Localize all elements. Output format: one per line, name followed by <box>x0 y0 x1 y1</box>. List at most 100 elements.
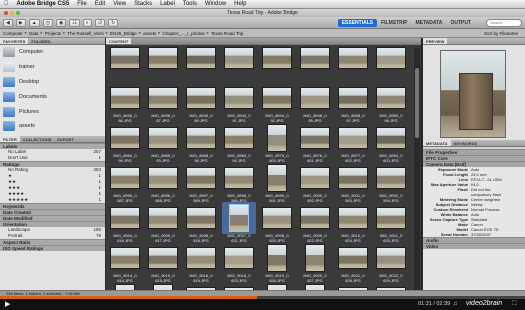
thumbnail-cell[interactable]: IMG_8960_0 99.JPG <box>108 122 142 162</box>
thumbnail-image[interactable] <box>110 127 140 149</box>
thumbnail-cell[interactable]: IMG_8935_0 86.JPG <box>108 82 142 122</box>
thumbnail-cell[interactable]: IMG_9016_0 619.JPG <box>184 242 218 282</box>
thumbnail-cell[interactable]: IMG_9018_0 623.JPG <box>222 242 256 282</box>
search-input[interactable]: Search <box>486 18 522 27</box>
thumbnail-cell[interactable]: IMG_8959_0 98.JPG <box>374 82 408 122</box>
menu-window[interactable]: Window <box>205 1 226 7</box>
close-icon[interactable] <box>4 11 8 15</box>
open-in-camera-raw-icon[interactable]: ◐ <box>82 18 92 27</box>
refine-icon[interactable]: ☷ <box>69 18 80 27</box>
thumbnail-cell[interactable]: IMG_9021_0 628.JPG <box>336 242 370 282</box>
thumbnail-image[interactable] <box>338 207 368 229</box>
menu-file[interactable]: File <box>77 1 87 7</box>
thumbnail-image[interactable] <box>186 167 216 189</box>
thumbnail-image[interactable] <box>110 247 140 269</box>
preview-image[interactable] <box>440 50 506 138</box>
thumbnail-cell[interactable]: IMG_8968_0 96.JPG <box>184 122 218 162</box>
rotate-right-icon[interactable]: ↻ <box>108 18 119 27</box>
thumbnail-cell[interactable] <box>336 42 370 82</box>
thumbnail-cell[interactable]: IMG_9011_0 625.JPG <box>374 202 408 242</box>
tab-keywords[interactable]: KEYWORDS <box>451 140 481 146</box>
thumbnail-image[interactable] <box>186 87 216 109</box>
thumbnail-image[interactable] <box>300 87 330 109</box>
content-scrollbar[interactable] <box>414 48 420 290</box>
thumbnail-image[interactable] <box>148 127 178 149</box>
favorite-pictures[interactable]: Pictures <box>0 104 105 119</box>
thumbnail-image[interactable] <box>186 207 216 229</box>
recent-icon[interactable]: ◷ <box>42 18 54 27</box>
fullscreen-icon[interactable]: ⛶ <box>512 301 516 308</box>
thumbnail-cell[interactable] <box>184 42 218 82</box>
thumbnail-cell[interactable]: IMG_9005_0 617.JPG <box>146 202 180 242</box>
thumbnail-image[interactable] <box>300 207 330 229</box>
thumbnail-cell[interactable] <box>222 42 256 82</box>
tab-filter[interactable]: FILTER <box>0 136 20 142</box>
thumbnail-cell[interactable]: IMG_9014_0 614.JPG <box>108 242 142 282</box>
thumbnail-image[interactable] <box>110 207 140 229</box>
thumbnail-cell[interactable] <box>298 42 332 82</box>
tab-metadata[interactable]: METADATA <box>423 140 451 146</box>
workspace-output[interactable]: OUTPUT <box>446 19 475 27</box>
thumbnail-cell[interactable]: IMG_9002_0 594.JPG <box>374 162 408 202</box>
thumbnail-image[interactable] <box>262 87 292 109</box>
thumbnail-image[interactable] <box>224 127 254 149</box>
workspace-filmstrip[interactable]: FILMSTRIP <box>377 19 411 27</box>
playback-progress[interactable] <box>0 296 525 299</box>
menu-help[interactable]: Help <box>234 1 246 7</box>
breadcrumb-1[interactable]: Data ▸ <box>29 30 43 36</box>
thumbnail-cell[interactable]: IMG_9022_0 629.JPG <box>374 242 408 282</box>
thumbnail-image[interactable] <box>262 207 292 229</box>
thumbnail-cell[interactable]: IMG_9009_0 622.JPG <box>298 202 332 242</box>
apple-icon[interactable]:  <box>4 1 9 7</box>
thumbnail-cell[interactable] <box>260 42 294 82</box>
thumbnail-image[interactable] <box>376 207 406 229</box>
thumbnail-cell[interactable]: IMG_8976_0 601.JPG <box>298 122 332 162</box>
tab-favorites[interactable]: FAVORITES <box>0 38 29 44</box>
thumbnail-image[interactable] <box>110 47 140 69</box>
thumbnail-cell[interactable]: IMG_8975_0 600.JPG <box>260 122 294 162</box>
camera-icon[interactable]: ◉ <box>56 18 67 27</box>
thumbnail-image[interactable] <box>300 47 330 69</box>
thumbnail-cell[interactable]: IMG_8997_0 589.JPG <box>184 162 218 202</box>
thumbnail-cell[interactable]: IMG_8965_0 93.JPG <box>146 122 180 162</box>
favorite-computer[interactable]: Computer <box>0 45 105 60</box>
breadcrumb-0[interactable]: Computer ▸ <box>3 30 27 36</box>
thumbnail-cell[interactable]: IMG_9010_0 624.JPG <box>336 202 370 242</box>
play-icon[interactable]: ▶ <box>5 301 11 308</box>
zoom-icon[interactable] <box>16 11 20 15</box>
tab-export[interactable]: EXPORT <box>54 136 76 142</box>
thumbnail-cell[interactable]: IMG_9008_0 620.JPG <box>260 202 294 242</box>
thumbnail-cell[interactable]: IMG_8994_0 603.JPG <box>374 122 408 162</box>
thumbnail-image[interactable] <box>224 247 254 269</box>
thumbnail-image[interactable] <box>262 47 292 69</box>
breadcrumb-4[interactable]: EN45_Bridge ▸ <box>110 30 141 36</box>
thumbnail-cell[interactable]: IMG_8958_0 97.JPG <box>336 82 370 122</box>
thumbnail-cell[interactable]: IMG_8995_0 587.JPG <box>108 162 142 202</box>
tab-folders[interactable]: FOLDERS <box>28 38 53 44</box>
thumbnail-image[interactable] <box>186 127 216 149</box>
up-folder-icon[interactable]: ▲ <box>28 18 40 27</box>
thumbnail-cell[interactable]: IMG_8998_0 590.JPG <box>222 162 256 202</box>
thumbnail-cell[interactable] <box>374 42 408 82</box>
thumbnail-cell[interactable]: IMG_9015_0 615.JPG <box>146 242 180 282</box>
workspace-metadata[interactable]: METADATA <box>411 19 446 27</box>
thumbnail-cell[interactable]: IMG_8948_0 95.JPG <box>298 82 332 122</box>
thumbnail-cell[interactable]: IMG_8996_0 588.JPG <box>146 162 180 202</box>
thumbnail-image[interactable] <box>338 47 368 69</box>
tab-preview[interactable]: PREVIEW <box>423 38 448 44</box>
thumbnail-image[interactable] <box>186 47 216 69</box>
thumbnail-image[interactable] <box>338 127 368 149</box>
breadcrumb-3[interactable]: The Russell_Viers ▸ <box>67 30 108 36</box>
thumbnail-image[interactable] <box>148 47 178 69</box>
breadcrumb-6[interactable]: Chapter_..._r_photos ▸ <box>162 30 209 36</box>
favorite-assets[interactable]: assets <box>0 119 105 134</box>
workspace-essentials[interactable]: ESSENTIALS <box>337 18 378 27</box>
forward-icon[interactable]: ▶ <box>15 18 26 27</box>
volume-icon[interactable]: ♫ <box>453 301 458 307</box>
thumbnail-image[interactable] <box>300 167 330 189</box>
sort-dropdown[interactable]: Sort by Filename <box>484 31 518 36</box>
thumbnail-image[interactable] <box>376 247 406 269</box>
thumbnail-cell[interactable]: IMG_9006_0 618.JPG <box>184 202 218 242</box>
thumbnail-cell[interactable]: IMG_8944_0 92.JPG <box>260 82 294 122</box>
thumbnail-cell[interactable]: IMG_8999_0 591.JPG <box>260 162 294 202</box>
